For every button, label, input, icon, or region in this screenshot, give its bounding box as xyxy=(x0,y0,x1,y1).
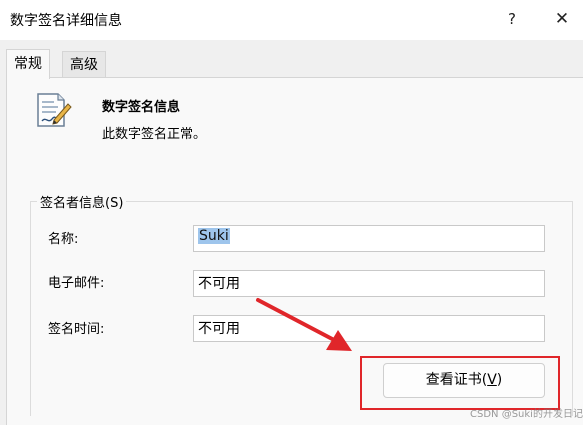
window-title: 数字签名详细信息 xyxy=(10,13,122,29)
name-label: 名称: xyxy=(48,232,79,247)
watermark: CSDN @Suki的开发日记 xyxy=(470,409,583,420)
email-field[interactable]: 不可用 xyxy=(193,270,545,297)
close-button[interactable]: ✕ xyxy=(548,6,576,32)
name-value: Suki xyxy=(198,228,230,244)
signature-heading: 数字签名信息 xyxy=(102,100,181,115)
signing-time-label: 签名时间: xyxy=(48,322,105,337)
signer-info-legend: 签名者信息(S) xyxy=(37,192,127,211)
signed-document-icon xyxy=(37,93,72,127)
highlight-box xyxy=(360,356,560,410)
tab-strip: 常规 高级 xyxy=(0,40,583,79)
tab-advanced[interactable]: 高级 xyxy=(62,51,106,77)
signature-status: 此数字签名正常。 xyxy=(102,127,207,142)
title-bar: 数字签名详细信息 ? ✕ xyxy=(0,0,583,40)
name-field[interactable]: Suki xyxy=(193,225,545,252)
email-value: 不可用 xyxy=(198,276,240,292)
help-button[interactable]: ? xyxy=(498,6,526,32)
signing-time-value: 不可用 xyxy=(198,321,240,337)
email-label: 电子邮件: xyxy=(48,276,105,291)
signing-time-field[interactable]: 不可用 xyxy=(193,315,545,342)
tab-general[interactable]: 常规 xyxy=(6,49,50,79)
